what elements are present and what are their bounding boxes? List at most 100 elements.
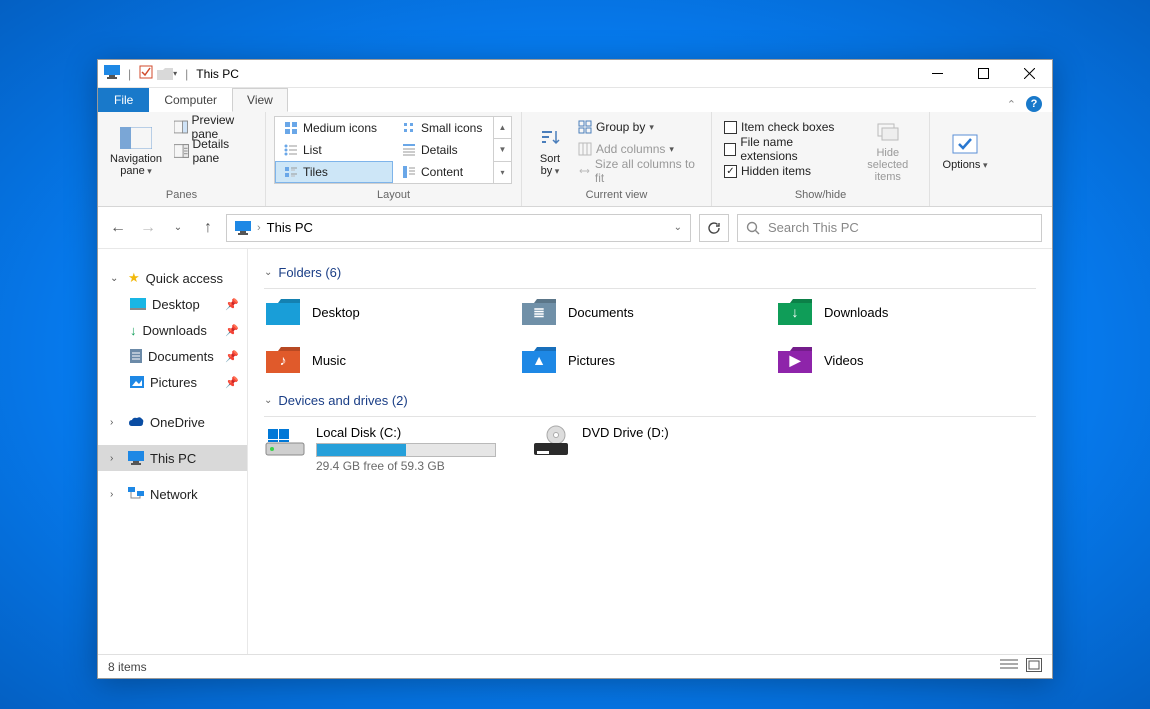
chevron-right-icon[interactable]: › bbox=[110, 417, 122, 428]
status-item-count: 8 items bbox=[108, 660, 147, 674]
layout-content[interactable]: Content bbox=[393, 161, 493, 183]
ribbon-group-layout: Medium icons List Tiles Small icons Deta… bbox=[266, 112, 522, 206]
layout-details[interactable]: Details bbox=[393, 139, 493, 161]
details-pane-button[interactable]: Details pane bbox=[170, 140, 257, 162]
layout-small-icons[interactable]: Small icons bbox=[393, 117, 493, 139]
qat-checkbox-icon[interactable] bbox=[139, 65, 153, 82]
details-view-toggle[interactable] bbox=[1000, 658, 1018, 675]
status-bar: 8 items bbox=[98, 654, 1052, 678]
network-icon bbox=[128, 487, 144, 501]
sidebar-item-downloads[interactable]: ↓ Downloads 📌 bbox=[98, 317, 247, 343]
close-button[interactable] bbox=[1006, 60, 1052, 88]
thumbnails-view-toggle[interactable] bbox=[1026, 658, 1042, 675]
sidebar-item-quick-access[interactable]: ⌄ ★ Quick access bbox=[98, 265, 247, 291]
titlebar: | ▾ | This PC bbox=[98, 60, 1052, 88]
qat-folder-icon[interactable]: ▾ bbox=[157, 68, 177, 80]
layout-small-label: Small icons bbox=[421, 121, 482, 135]
address-bar[interactable]: › This PC ⌄ bbox=[226, 214, 691, 242]
ribbon-group-currentview: Sort by Group by Add columns Size all co… bbox=[522, 112, 712, 206]
chevron-right-icon[interactable]: › bbox=[110, 489, 122, 500]
file-name-extensions-toggle[interactable]: File name extensions bbox=[720, 138, 851, 160]
layout-details-label: Details bbox=[421, 143, 458, 157]
item-check-boxes-label: Item check boxes bbox=[741, 120, 834, 134]
drive-tile[interactable]: Local Disk (C:)29.4 GB free of 59.3 GB bbox=[264, 425, 514, 473]
sidebar-item-network[interactable]: › Network bbox=[98, 481, 247, 507]
collapse-ribbon-icon[interactable]: ⌃ bbox=[1007, 98, 1016, 111]
separator: | bbox=[128, 67, 131, 81]
chevron-right-icon[interactable]: › bbox=[257, 222, 261, 234]
pin-icon: 📌 bbox=[225, 324, 239, 337]
sidebar-item-label: OneDrive bbox=[150, 415, 205, 430]
drive-free-space: 29.4 GB free of 59.3 GB bbox=[316, 459, 496, 473]
sidebar-item-label: Desktop bbox=[152, 297, 200, 312]
folder-icon: ♪ bbox=[264, 345, 302, 375]
layout-tiles-label: Tiles bbox=[303, 165, 328, 179]
forward-button[interactable]: → bbox=[138, 219, 158, 237]
drives-section-header[interactable]: ⌄ Devices and drives (2) bbox=[264, 393, 1036, 408]
drive-tile[interactable]: DVD Drive (D:) bbox=[530, 425, 780, 473]
panes-group-label: Panes bbox=[106, 187, 257, 204]
navigation-pane-label: Navigation pane bbox=[110, 153, 162, 177]
layout-gallery-scroll[interactable]: ▲▼▾ bbox=[493, 117, 511, 183]
size-columns-icon bbox=[578, 164, 591, 178]
separator: | bbox=[185, 67, 188, 81]
monitor-icon bbox=[104, 65, 120, 82]
options-button[interactable]: Options bbox=[938, 116, 992, 187]
navigation-pane-button[interactable]: Navigation pane bbox=[106, 116, 166, 187]
monitor-icon bbox=[128, 451, 144, 465]
hidden-items-toggle[interactable]: Hidden items bbox=[720, 160, 851, 182]
folder-tile[interactable]: ▶Videos bbox=[776, 345, 1016, 375]
chevron-down-icon: ⌄ bbox=[264, 267, 272, 278]
size-columns-button[interactable]: Size all columns to fit bbox=[574, 160, 703, 182]
chevron-right-icon[interactable]: › bbox=[110, 453, 122, 464]
chevron-down-icon[interactable]: ⌄ bbox=[110, 273, 122, 284]
folder-tile[interactable]: ▲Pictures bbox=[520, 345, 760, 375]
recent-locations-button[interactable]: ⌄ bbox=[168, 222, 188, 233]
address-location[interactable]: This PC bbox=[267, 220, 313, 235]
options-label: Options bbox=[943, 159, 988, 171]
preview-pane-button[interactable]: Preview pane bbox=[170, 116, 257, 138]
search-placeholder: Search This PC bbox=[768, 220, 859, 235]
hide-selected-button[interactable]: Hide selected items bbox=[855, 116, 921, 187]
ribbon-group-panes: Navigation pane Preview pane Details pan… bbox=[98, 112, 266, 206]
maximize-button[interactable] bbox=[960, 60, 1006, 88]
folders-section-header[interactable]: ⌄ Folders (6) bbox=[264, 265, 1036, 280]
file-tab[interactable]: File bbox=[98, 88, 149, 112]
sidebar-item-onedrive[interactable]: › OneDrive bbox=[98, 409, 247, 435]
sidebar-item-label: Downloads bbox=[143, 323, 207, 338]
minimize-button[interactable] bbox=[914, 60, 960, 88]
hide-selected-label: Hide selected items bbox=[859, 147, 917, 183]
folder-tile[interactable]: ♪Music bbox=[264, 345, 504, 375]
tiles-icon bbox=[284, 165, 298, 179]
address-dropdown-icon[interactable]: ⌄ bbox=[674, 222, 682, 233]
view-tab[interactable]: View bbox=[232, 88, 288, 112]
monitor-icon bbox=[235, 221, 251, 235]
sidebar-item-this-pc[interactable]: › This PC bbox=[98, 445, 247, 471]
sidebar-item-pictures[interactable]: Pictures 📌 bbox=[98, 369, 247, 395]
computer-tab[interactable]: Computer bbox=[149, 88, 232, 112]
layout-medium-icons[interactable]: Medium icons bbox=[275, 117, 393, 139]
layout-list[interactable]: List bbox=[275, 139, 393, 161]
search-input[interactable]: Search This PC bbox=[737, 214, 1042, 242]
sidebar-item-desktop[interactable]: Desktop 📌 bbox=[98, 291, 247, 317]
search-icon bbox=[746, 221, 760, 235]
refresh-button[interactable] bbox=[699, 214, 729, 242]
layout-tiles[interactable]: Tiles bbox=[275, 161, 393, 183]
navigation-sidebar: ⌄ ★ Quick access Desktop 📌 ↓ Downloads 📌… bbox=[98, 249, 248, 654]
layout-gallery[interactable]: Medium icons List Tiles Small icons Deta… bbox=[274, 116, 512, 184]
cloud-icon bbox=[128, 416, 144, 428]
folder-icon: ≣ bbox=[520, 297, 558, 327]
help-icon[interactable]: ? bbox=[1026, 96, 1042, 112]
checkbox-icon bbox=[724, 121, 737, 134]
folder-tile[interactable]: ↓Downloads bbox=[776, 297, 1016, 327]
options-group-label bbox=[938, 187, 992, 204]
folder-name: Desktop bbox=[312, 305, 360, 320]
group-by-button[interactable]: Group by bbox=[574, 116, 703, 138]
folder-tile[interactable]: ≣Documents bbox=[520, 297, 760, 327]
up-button[interactable]: ↑ bbox=[198, 219, 218, 237]
pictures-icon bbox=[130, 376, 144, 388]
sort-by-button[interactable]: Sort by bbox=[530, 116, 570, 187]
back-button[interactable]: ← bbox=[108, 219, 128, 237]
sidebar-item-documents[interactable]: Documents 📌 bbox=[98, 343, 247, 369]
folder-tile[interactable]: Desktop bbox=[264, 297, 504, 327]
